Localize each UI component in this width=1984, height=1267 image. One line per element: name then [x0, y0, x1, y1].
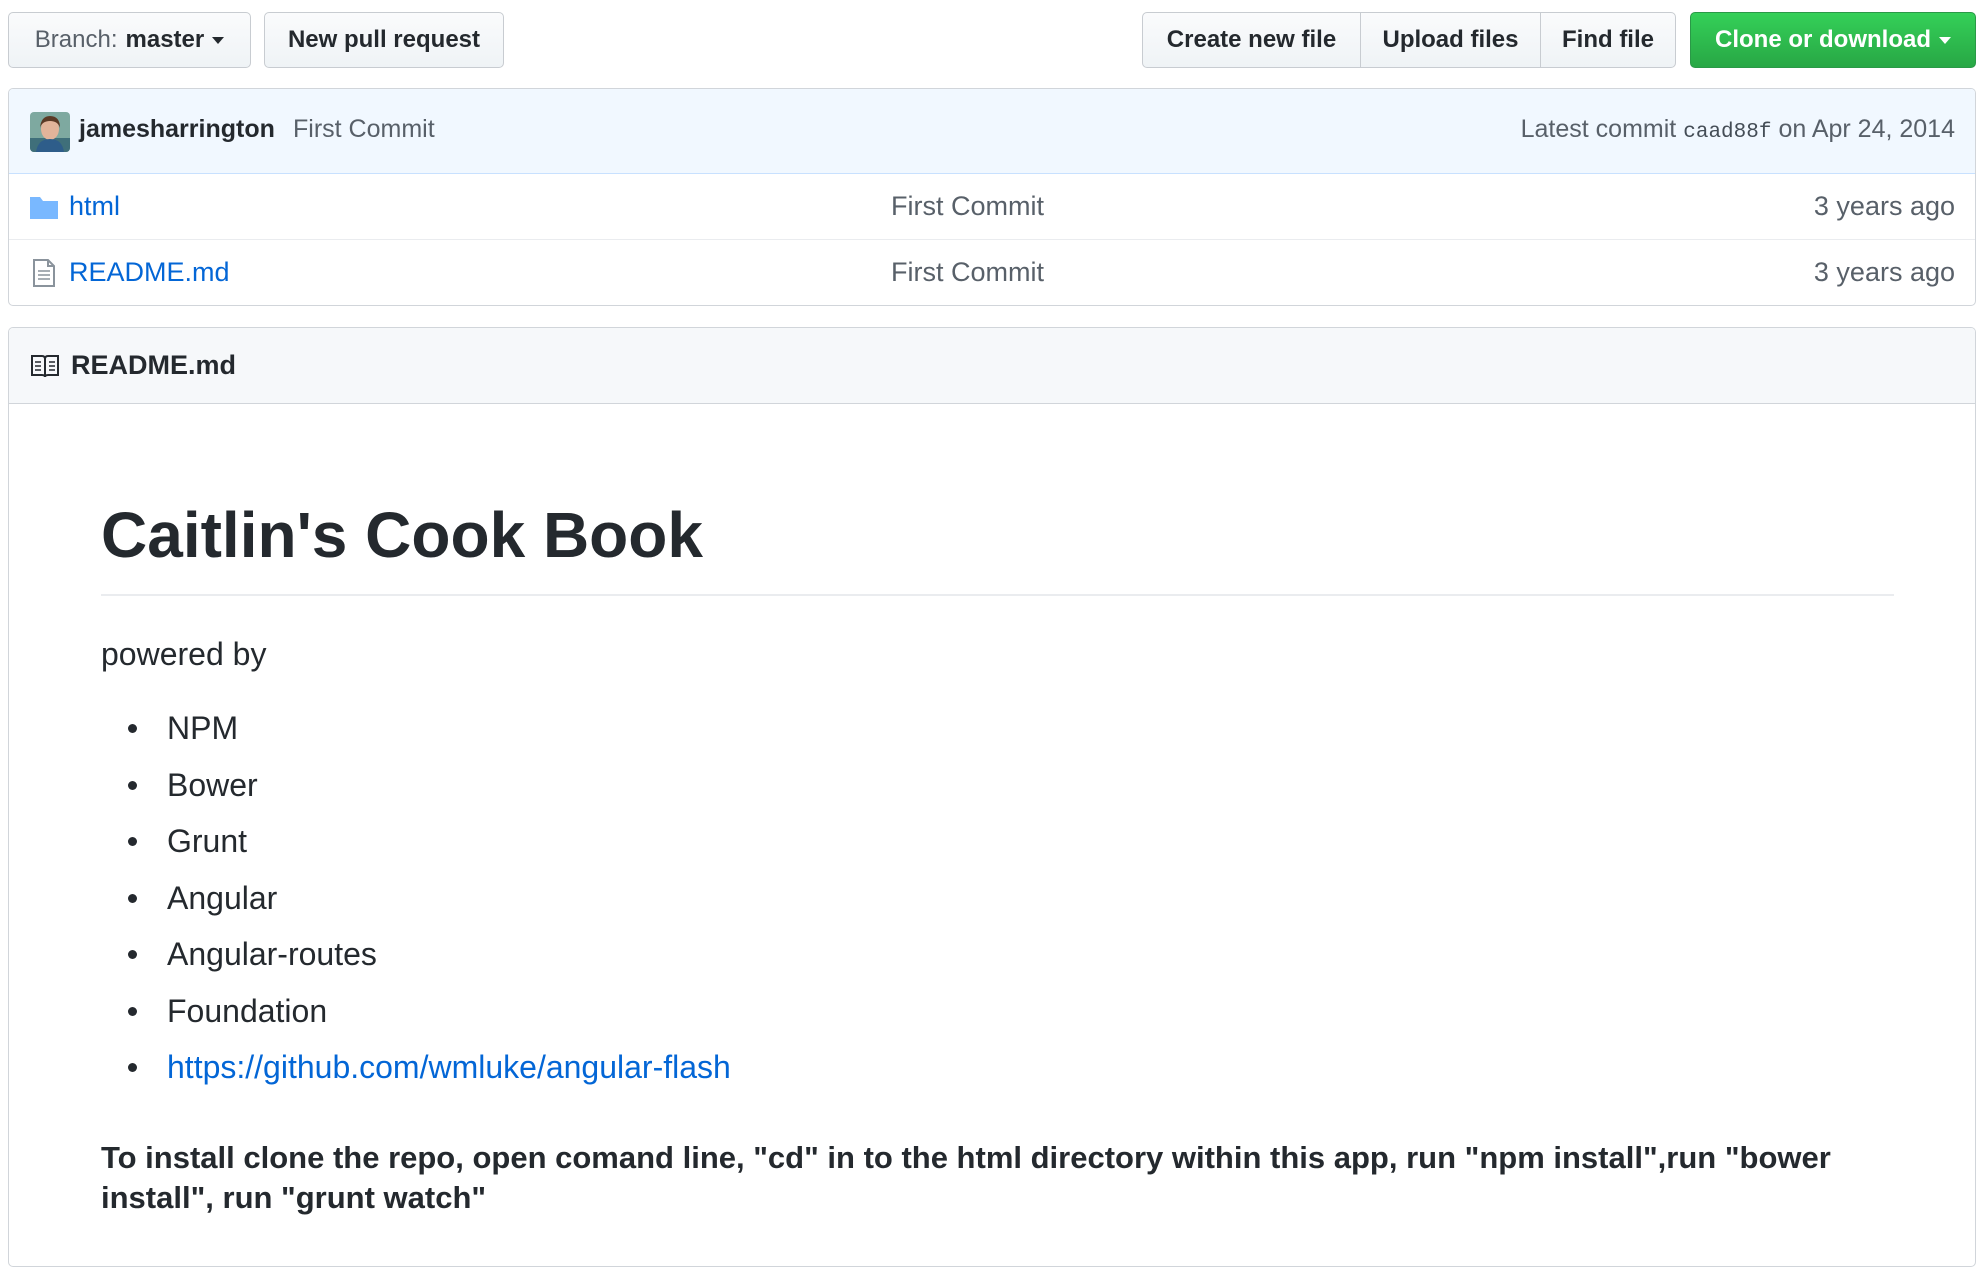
new-pull-request-button[interactable]: New pull request	[264, 12, 504, 68]
tech-list: NPM Bower Grunt Angular Angular-routes F…	[101, 710, 731, 1106]
clone-or-download-button[interactable]: Clone or download	[1690, 12, 1976, 68]
install-instructions: To install clone the repo, open comand l…	[101, 1140, 1831, 1215]
angular-flash-link[interactable]: https://github.com/wmluke/angular-flash	[101, 1049, 731, 1106]
latest-commit-bar: jamesharrington First Commit Latest comm…	[9, 89, 1975, 174]
readme-panel: README.md Caitlin's Cook Book powered by…	[8, 327, 1976, 1267]
readme-file-title: README.md	[71, 350, 237, 380]
clone-label: Clone or download	[1715, 26, 1931, 53]
list-item: Foundation	[101, 993, 731, 1050]
commit-author-link[interactable]: jamesharrington	[79, 115, 275, 144]
book-icon	[31, 355, 59, 378]
latest-commit-label: Latest commit	[1520, 115, 1677, 143]
branch-prefix: Branch:	[34, 26, 118, 53]
file-icon	[33, 259, 55, 287]
create-new-file-button[interactable]: Create new file	[1142, 12, 1361, 68]
file-commit-message-link[interactable]: First Commit	[891, 257, 1044, 288]
commit-sha-link[interactable]: caad88f	[1683, 121, 1771, 144]
chevron-down-icon	[1939, 36, 1951, 44]
file-row: html First Commit 3 years ago	[9, 174, 1975, 240]
file-name-link[interactable]: README.md	[69, 257, 230, 288]
heading-divider	[101, 594, 1894, 596]
list-item: Angular-routes	[101, 936, 731, 993]
repo-page: Branch: master New pull request Create n…	[0, 0, 1984, 1267]
readme-intro-text: powered by	[101, 636, 267, 672]
commit-date: on Apr 24, 2014	[1778, 115, 1955, 143]
latest-commit-info: Latest commit caad88f on Apr 24, 2014	[1521, 115, 1955, 144]
branch-select-button[interactable]: Branch: master	[8, 12, 251, 68]
chevron-down-icon	[212, 36, 225, 44]
file-name-link[interactable]: html	[69, 191, 120, 222]
branch-name: master	[125, 26, 205, 53]
commit-message-link[interactable]: First Commit	[293, 115, 435, 144]
file-row: README.md First Commit 3 years ago	[9, 240, 1975, 305]
file-commit-message-link[interactable]: First Commit	[891, 191, 1044, 222]
readme-header: README.md	[9, 328, 1975, 404]
file-age: 3 years ago	[1813, 191, 1955, 221]
list-item: Grunt	[101, 823, 731, 880]
list-item: Bower	[101, 767, 731, 824]
readme-heading: Caitlin's Cook Book	[101, 499, 703, 571]
find-file-button[interactable]: Find file	[1540, 12, 1676, 68]
list-item: NPM	[101, 710, 731, 767]
file-actions-group: Create new file Upload files Find file	[1142, 12, 1676, 68]
file-age: 3 years ago	[1813, 257, 1955, 287]
upload-files-button[interactable]: Upload files	[1360, 12, 1541, 68]
avatar[interactable]	[30, 112, 70, 152]
file-list: jamesharrington First Commit Latest comm…	[8, 88, 1976, 306]
folder-icon	[30, 197, 58, 219]
list-item: Angular	[101, 880, 731, 937]
